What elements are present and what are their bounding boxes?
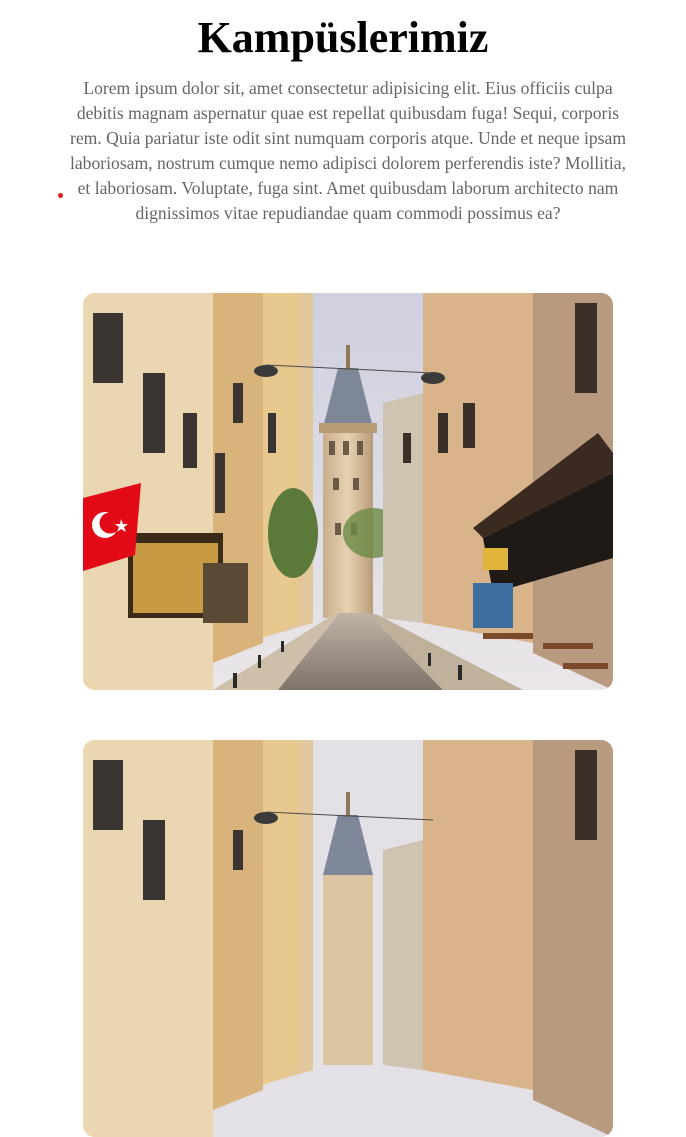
intro-paragraph: Lorem ipsum dolor sit, amet consectetur … [69, 78, 627, 223]
page-title: Kampüslerimiz [197, 13, 489, 62]
campus-image-card [83, 740, 613, 1137]
red-dot-marker [58, 193, 63, 198]
campus-image-card [83, 293, 613, 690]
galata-street-photo [83, 293, 613, 690]
galata-street-photo [83, 740, 613, 1137]
